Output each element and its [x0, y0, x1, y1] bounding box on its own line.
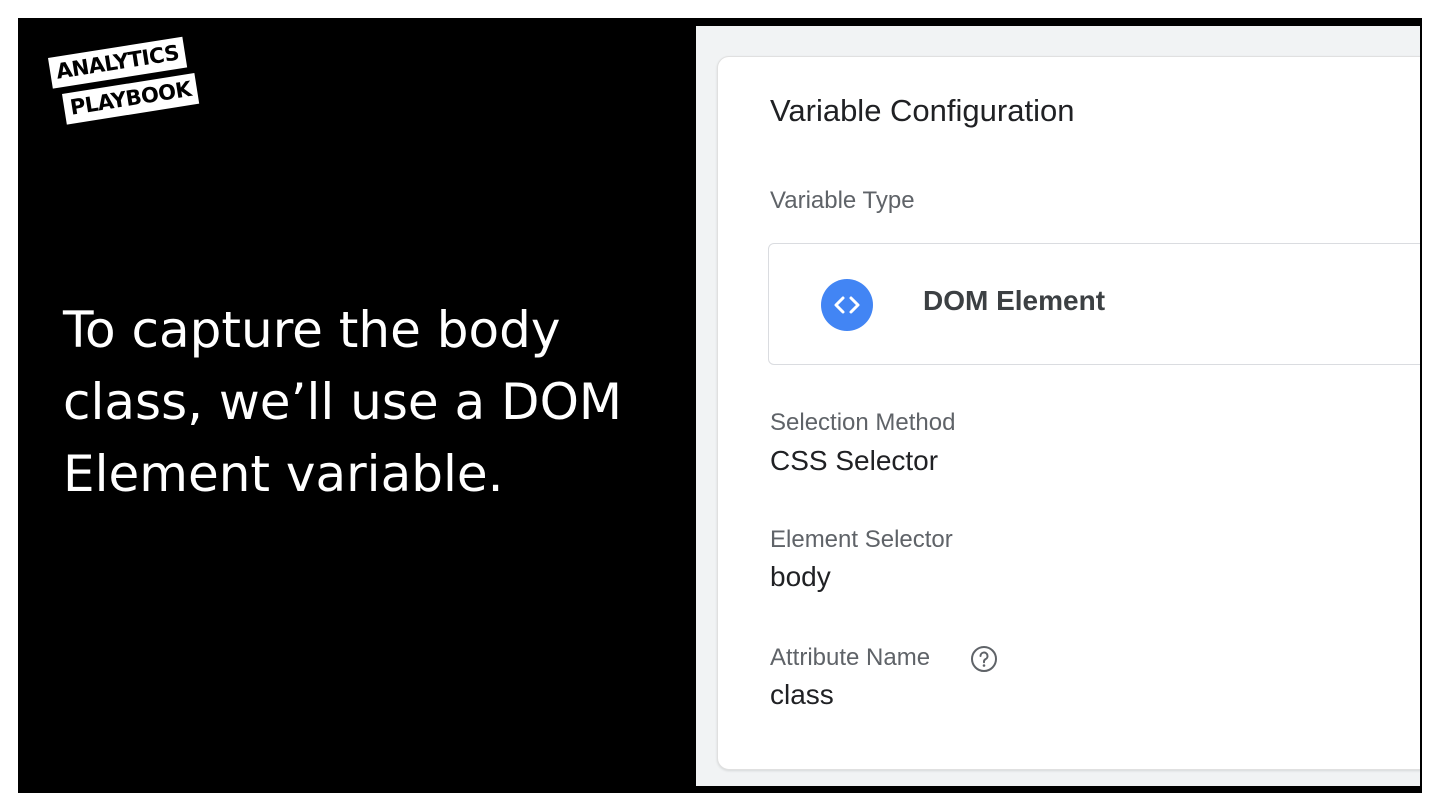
headline: To capture the body class, we’ll use a D…	[63, 301, 623, 503]
code-brackets-icon	[821, 279, 873, 331]
variable-type-selector[interactable]: DOM Element	[768, 243, 1420, 365]
selection-method-label: Selection Method	[770, 409, 956, 436]
variable-type-value: DOM Element	[923, 285, 1106, 316]
slide: ANALYTICS PLAYBOOK To capture the body c…	[18, 18, 1422, 793]
screenshot-panel: Variable Configuration Variable Type DOM…	[696, 26, 1420, 786]
element-selector-value: body	[770, 561, 831, 592]
variable-configuration-card: Variable Configuration Variable Type DOM…	[717, 56, 1420, 770]
attribute-name-value: class	[770, 679, 834, 710]
attribute-name-label: Attribute Name	[770, 644, 931, 671]
card-title: Variable Configuration	[770, 93, 1075, 128]
element-selector-label: Element Selector	[770, 526, 953, 553]
analytics-playbook-logo: ANALYTICS PLAYBOOK	[44, 36, 204, 156]
help-circle-icon[interactable]	[970, 645, 998, 673]
selection-method-value: CSS Selector	[770, 445, 939, 476]
variable-type-label: Variable Type	[770, 187, 915, 214]
